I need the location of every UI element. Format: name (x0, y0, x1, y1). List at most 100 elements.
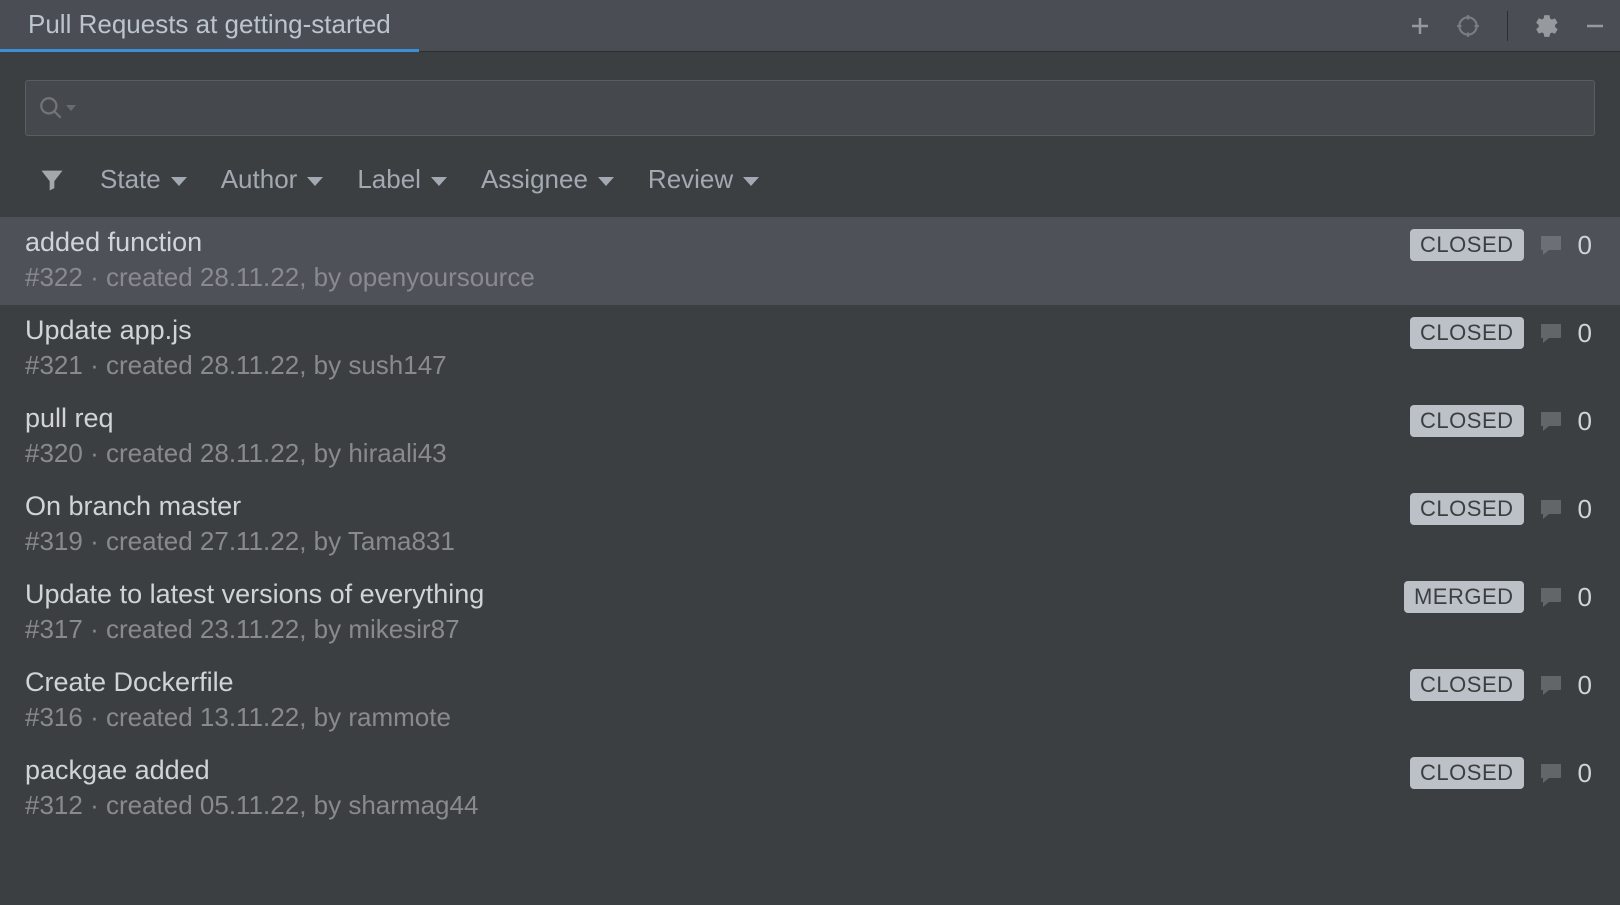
filter-author[interactable]: Author (221, 164, 324, 195)
pr-status-section: CLOSED 0 (1410, 667, 1592, 701)
filter-review[interactable]: Review (648, 164, 759, 195)
title-bar: Pull Requests at getting-started (0, 0, 1620, 52)
pr-author: sharmag44 (348, 790, 478, 820)
comment-count: 0 (1578, 230, 1592, 261)
status-badge: CLOSED (1410, 405, 1523, 437)
status-badge: MERGED (1404, 581, 1524, 613)
pr-meta: #316 · created 13.11.22, by rammote (25, 702, 451, 733)
pr-author: sush147 (348, 350, 446, 380)
pr-status-section: CLOSED0 (1410, 315, 1592, 349)
divider (1507, 11, 1508, 41)
chevron-down-icon (307, 177, 323, 186)
pr-prefix: · created (83, 350, 200, 380)
pr-info: added function#322 · created 28.11.22, b… (25, 227, 535, 293)
status-badge: CLOSED (1410, 669, 1523, 701)
pr-author: mikesir87 (348, 614, 459, 644)
comment-icon (1538, 585, 1564, 609)
filter-state[interactable]: State (100, 164, 187, 195)
comment-icon (1538, 761, 1564, 785)
comment-count: 0 (1578, 406, 1592, 437)
pr-info: Update app.js #321 · created 28.11.22, by… (25, 315, 447, 381)
gear-icon[interactable] (1534, 13, 1560, 39)
pr-date: 05.11.22 (200, 790, 299, 820)
filter-assignee[interactable]: Assignee (481, 164, 614, 195)
pr-id: #312 (25, 790, 83, 820)
target-icon[interactable] (1455, 13, 1481, 39)
pr-status-section: CLOSED 0 (1410, 227, 1592, 261)
pr-title: Update app.js (25, 315, 447, 346)
pr-prefix: · created (83, 262, 200, 292)
comment-count: 0 (1578, 670, 1592, 701)
status-badge: CLOSED (1410, 757, 1523, 789)
pr-author: rammote (348, 702, 451, 732)
pr-prefix: · created (83, 438, 200, 468)
pr-status-section: CLOSED 0 (1410, 755, 1592, 789)
pr-by: , by (299, 702, 348, 732)
filter-icon[interactable] (38, 166, 66, 194)
pr-status-section: CLOSED0 (1410, 491, 1592, 525)
pull-request-row[interactable]: Create Dockerfile #316 · created 13.11.22… (0, 657, 1620, 745)
pr-id: #322 (25, 262, 83, 292)
pr-prefix: · created (83, 614, 200, 644)
add-icon[interactable] (1407, 13, 1433, 39)
filter-label-label: Label (357, 164, 421, 195)
search-box[interactable] (25, 80, 1595, 136)
pr-info: packgae added #312 · created 05.11.22, by… (25, 755, 478, 821)
search-input[interactable] (76, 95, 1582, 121)
pr-id: #319 (25, 526, 83, 556)
pr-title: On branch master (25, 491, 455, 522)
pr-meta: #312 · created 05.11.22, by sharmag44 (25, 790, 478, 821)
comment-icon (1538, 233, 1564, 257)
filter-label[interactable]: Label (357, 164, 447, 195)
pull-request-row[interactable]: added function#322 · created 28.11.22, b… (0, 217, 1620, 305)
pr-status-section: MERGED 0 (1404, 579, 1592, 613)
pr-by: , by (299, 526, 348, 556)
pr-meta: #322 · created 28.11.22, by openyoursour… (25, 262, 535, 293)
pull-request-row[interactable]: On branch master #319 · created 27.11.22,… (0, 481, 1620, 569)
pr-id: #316 (25, 702, 83, 732)
pull-request-row[interactable]: Update app.js #321 · created 28.11.22, by… (0, 305, 1620, 393)
pr-title: packgae added (25, 755, 478, 786)
filter-assignee-label: Assignee (481, 164, 588, 195)
pull-request-row[interactable]: Update to latest versions of everything #… (0, 569, 1620, 657)
pr-meta: #321 · created 28.11.22, by sush147 (25, 350, 447, 381)
pull-request-row[interactable]: packgae added #312 · created 05.11.22, by… (0, 745, 1620, 833)
pr-by: , by (299, 350, 348, 380)
comment-icon (1538, 409, 1564, 433)
pr-author: Tama831 (348, 526, 455, 556)
pr-by: , by (299, 438, 348, 468)
status-badge: CLOSED (1410, 229, 1523, 261)
comment-icon (1538, 673, 1564, 697)
pr-prefix: · created (83, 702, 200, 732)
chevron-down-icon (743, 177, 759, 186)
pr-date: 28.11.22 (200, 350, 299, 380)
status-badge: CLOSED (1410, 317, 1523, 349)
chevron-down-icon (171, 177, 187, 186)
pr-title: pull req (25, 403, 447, 434)
comment-count: 0 (1578, 758, 1592, 789)
pr-by: , by (299, 262, 348, 292)
comment-count: 0 (1578, 582, 1592, 613)
pull-request-list: added function#322 · created 28.11.22, b… (0, 217, 1620, 833)
pr-date: 28.11.22 (200, 262, 299, 292)
pr-date: 27.11.22 (200, 526, 299, 556)
minimize-icon[interactable] (1582, 13, 1608, 39)
pr-id: #317 (25, 614, 83, 644)
header-actions (1407, 11, 1608, 41)
pull-request-row[interactable]: pull req #320 · created 28.11.22, by hira… (0, 393, 1620, 481)
pr-author: hiraali43 (348, 438, 446, 468)
chevron-down-icon (431, 177, 447, 186)
tab-pull-requests[interactable]: Pull Requests at getting-started (0, 0, 419, 52)
pr-info: On branch master #319 · created 27.11.22,… (25, 491, 455, 557)
chevron-down-icon (598, 177, 614, 186)
filter-review-label: Review (648, 164, 733, 195)
pr-meta: #320 · created 28.11.22, by hiraali43 (25, 438, 447, 469)
pr-prefix: · created (83, 790, 200, 820)
pr-date: 28.11.22 (200, 438, 299, 468)
pr-id: #320 (25, 438, 83, 468)
pr-meta: #317 · created 23.11.22, by mikesir87 (25, 614, 484, 645)
pr-meta: #319 · created 27.11.22, by Tama831 (25, 526, 455, 557)
pr-title: Update to latest versions of everything (25, 579, 484, 610)
pr-info: Create Dockerfile #316 · created 13.11.22… (25, 667, 451, 733)
pr-title: Create Dockerfile (25, 667, 451, 698)
